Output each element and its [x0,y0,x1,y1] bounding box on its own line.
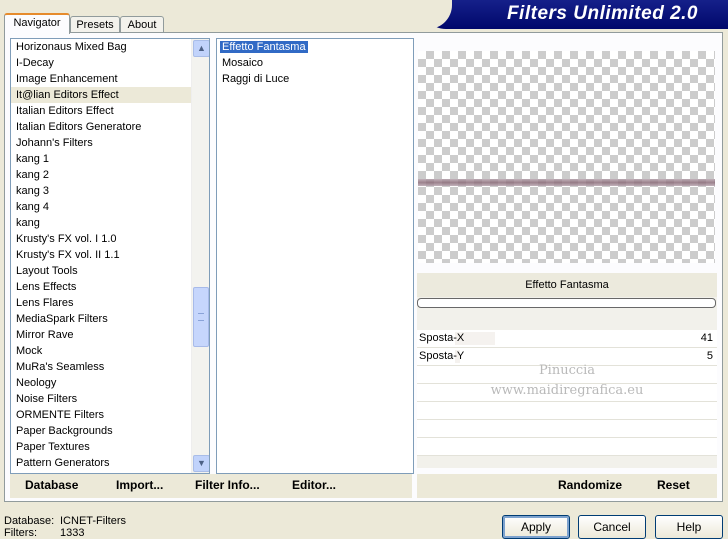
filter-info-button[interactable]: Filter Info... [195,478,260,492]
category-item[interactable]: Mock [11,343,209,359]
status-label: Filters: [4,527,37,539]
reset-button[interactable]: Reset [657,478,690,492]
category-items: Horizonaus Mixed Bag I-Decay Image Enhance… [11,39,209,471]
category-item[interactable]: Paper Backgrounds [11,423,209,439]
apply-button[interactable]: Apply [502,515,570,539]
database-button[interactable]: Database [25,478,78,492]
category-item[interactable]: Mirror Rave [11,327,209,343]
category-item[interactable]: kang 3 [11,183,209,199]
tab-navigator[interactable]: Navigator [4,13,70,34]
category-item[interactable]: kang 4 [11,199,209,215]
filter-item[interactable]: Mosaico [217,55,413,71]
category-item[interactable]: Paper Textures [11,439,209,455]
left-button-bar: Database Import... Filter Info... Editor… [10,474,412,498]
category-item[interactable]: Image Enhancement [11,71,209,87]
category-item[interactable]: ORMENTE Filters [11,407,209,423]
category-item[interactable]: Johann's Filters [11,135,209,151]
category-item[interactable]: MediaSpark Filters [11,311,209,327]
param-row-sposta-x[interactable]: Sposta-X 41 [417,330,717,348]
randomize-button[interactable]: Randomize [558,478,622,492]
watermark-name: Pinuccia [538,363,596,378]
category-item[interactable]: MuRa's Seamless [11,359,209,375]
scroll-up-icon[interactable]: ▲ [193,40,209,57]
param-row-empty[interactable] [417,438,717,456]
progress-bar [417,298,716,308]
category-item[interactable]: Italian Editors Generatore [11,119,209,135]
category-item[interactable]: Pattern Generators [11,455,209,471]
app-title: Filters Unlimited 2.0 [506,3,698,24]
status-database: Database: ICNET-Filters [4,515,126,527]
watermark-url: www.maidiregrafica.eu [490,383,644,398]
category-item[interactable]: kang 1 [11,151,209,167]
category-scrollbar[interactable]: ▲ ▼ [191,39,209,473]
filter-name-label: Effetto Fantasma [417,273,717,297]
filter-item[interactable]: Raggi di Luce [217,71,413,87]
scrollbar-thumb[interactable] [193,287,209,347]
help-button[interactable]: Help [655,515,723,539]
filter-settings-panel: Effetto Fantasma Sposta-X 41 Sposta-Y 5 … [417,273,717,468]
filter-item-label: Mosaico [222,57,263,69]
tab-presets[interactable]: Presets [70,16,120,33]
cancel-button[interactable]: Cancel [578,515,646,539]
category-item[interactable]: Lens Effects [11,279,209,295]
navigator-panel: Horizonaus Mixed Bag I-Decay Image Enhance… [4,32,723,502]
title-banner: Filters Unlimited 2.0 [412,0,728,29]
status-value: 1333 [60,527,85,539]
category-item[interactable]: Krusty's FX vol. II 1.1 [11,247,209,263]
filter-item-label: Raggi di Luce [222,73,290,85]
category-item[interactable]: Layout Tools [11,263,209,279]
category-item[interactable]: kang [11,215,209,231]
category-item[interactable]: Krusty's FX vol. I 1.0 [11,231,209,247]
category-item[interactable]: I-Decay [11,55,209,71]
filter-items: Effetto Fantasma Mosaico Raggi di Luce [217,39,413,87]
scroll-down-icon[interactable]: ▼ [193,455,209,472]
category-item[interactable]: Horizonaus Mixed Bag [11,39,209,55]
right-button-bar: Randomize Reset [417,474,717,498]
filter-list[interactable]: Effetto Fantasma Mosaico Raggi di Luce [216,38,414,474]
editor-button[interactable]: Editor... [292,478,336,492]
tab-about[interactable]: About [120,16,164,33]
param-value: 41 [700,332,713,344]
import-button[interactable]: Import... [116,478,163,492]
status-value: ICNET-Filters [60,515,126,527]
preview-image [418,51,715,263]
category-item[interactable]: Lens Flares [11,295,209,311]
category-item[interactable]: kang 2 [11,167,209,183]
status-filters: Filters: 1333 [4,527,84,539]
category-item[interactable]: Italian Editors Effect [11,103,209,119]
category-list[interactable]: Horizonaus Mixed Bag I-Decay Image Enhance… [10,38,210,474]
filter-item[interactable]: Effetto Fantasma [217,39,413,55]
filter-item-label: Effetto Fantasma [220,41,308,53]
category-item[interactable]: Noise Filters [11,391,209,407]
category-item[interactable]: It@lian Editors Effect [11,87,209,103]
param-label: Sposta-X [419,332,465,344]
param-row-empty[interactable] [417,402,717,420]
status-label: Database: [4,515,55,527]
category-item[interactable]: Neology [11,375,209,391]
param-row-empty[interactable] [417,420,717,438]
